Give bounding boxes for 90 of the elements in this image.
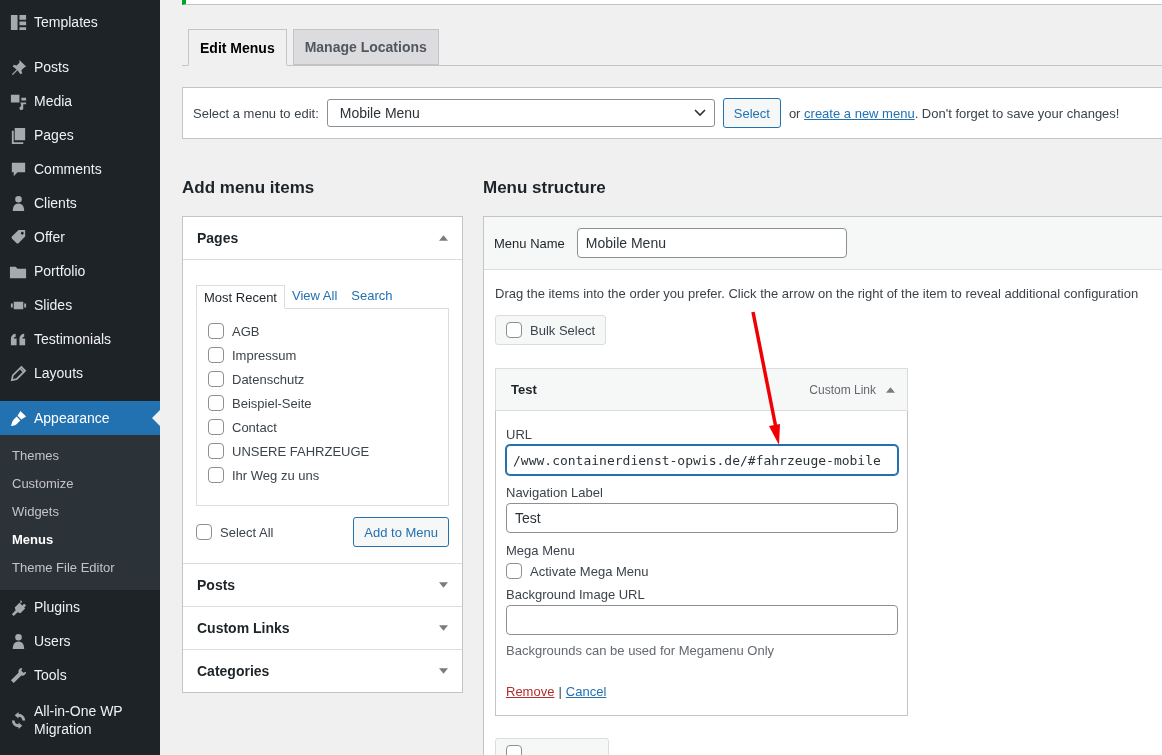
checkbox[interactable] (506, 563, 522, 579)
sidebar-item[interactable]: Users (0, 624, 160, 658)
sidebar-item[interactable]: Media (0, 84, 160, 118)
field-label: URL (506, 427, 532, 442)
tab[interactable]: Edit Menus (188, 29, 287, 66)
panel-tab[interactable]: View All (285, 284, 345, 308)
section-heading: Add menu items (182, 177, 316, 199)
caret-down-icon (439, 668, 448, 674)
menu-item-title: Test (511, 382, 538, 397)
checkbox-label: Datenschutz (232, 371, 305, 387)
background-image-url-field[interactable] (506, 605, 898, 635)
sidebar-item[interactable]: All-in-One WP Migration (0, 692, 160, 742)
hint-text: or create a new menu. Don't forget to save your changes! (788, 105, 1120, 121)
sidebar-item[interactable]: Comments (0, 152, 160, 186)
remove-link[interactable]: Remove (506, 684, 555, 699)
sidebar-item[interactable]: Clients (0, 186, 160, 220)
submenu-item[interactable]: Customize (0, 470, 160, 498)
menu-dropdown[interactable]: Mobile Menu (326, 99, 715, 127)
menu-name-field[interactable]: Mobile Menu (576, 228, 847, 258)
checkbox[interactable] (208, 419, 224, 435)
sidebar-item[interactable]: Layouts (0, 356, 160, 390)
pencil-icon (9, 363, 28, 383)
wrench-icon (9, 665, 28, 685)
checkbox-label: Select All (220, 524, 274, 540)
plug-icon (9, 597, 28, 617)
submenu-item[interactable]: Widgets (0, 498, 160, 526)
navigation-label-field[interactable]: Test (506, 503, 898, 533)
brush-icon (9, 408, 28, 428)
pin-icon (9, 57, 28, 77)
section-heading: Menu structure (483, 177, 607, 199)
sidebar-item[interactable]: Slides (0, 288, 160, 322)
refresh-icon (9, 710, 28, 730)
field-description: Backgrounds can be used for Megamenu Only (506, 643, 775, 658)
instructions-text: Drag the items into the order you prefer. Click the arrow on the right of the item to reveal additional configuration (495, 286, 1140, 301)
checkbox-label: Beispiel-Seite (232, 395, 312, 411)
grid-icon (9, 12, 28, 32)
submenu-item[interactable]: Theme File Editor (0, 554, 160, 582)
sidebar-item[interactable]: Tools (0, 658, 160, 692)
checkbox[interactable] (208, 467, 224, 483)
accordion-header[interactable]: Custom Links (183, 607, 462, 649)
checkbox-label: AGB (232, 323, 260, 339)
checkbox[interactable] (208, 395, 224, 411)
checkbox[interactable] (208, 443, 224, 459)
checkbox-label: Ihr Weg zu uns (232, 467, 320, 483)
sidebar-item[interactable]: Offer (0, 220, 160, 254)
url-field[interactable]: /www.containerdienst-opwis.de/#fahrzeuge-mobile (506, 445, 898, 475)
panel-tab[interactable]: Most Recent (196, 285, 285, 309)
panel-tab[interactable]: Search (344, 284, 400, 308)
bulk-select-button[interactable]: Bulk Select (495, 315, 607, 345)
checkbox[interactable] (208, 347, 224, 363)
select-label: Select a menu to edit: (193, 105, 319, 121)
sidebar-item[interactable]: Portfolio (0, 254, 160, 288)
separator-text: | (558, 684, 562, 699)
sidebar-item[interactable]: Appearance (0, 401, 160, 435)
sidebar-item[interactable]: Templates (0, 5, 160, 39)
field-label: Background Image URL (506, 587, 645, 602)
accordion-header[interactable]: Pages (183, 217, 462, 259)
select-button[interactable]: Select (722, 98, 781, 128)
submenu-item[interactable]: Themes (0, 442, 160, 470)
submenu-item[interactable]: Menus (0, 526, 160, 554)
checkbox-label: Activate Mega Menu (530, 563, 649, 579)
caret-up-icon (439, 235, 448, 241)
sidebar-item[interactable]: Plugins (0, 590, 160, 624)
sidebar-item[interactable]: Testimonials (0, 322, 160, 356)
field-label: Mega Menu (506, 543, 575, 558)
checkbox[interactable] (208, 323, 224, 339)
checkbox[interactable] (208, 371, 224, 387)
cancel-link[interactable]: Cancel (565, 684, 607, 699)
accordion-header[interactable]: Posts (183, 564, 462, 606)
chevron-down-icon (693, 109, 706, 117)
checkbox-label: Contact (232, 419, 277, 435)
pointer-icon (152, 410, 160, 426)
documents-icon (9, 125, 28, 145)
caret-up-icon (886, 386, 895, 393)
checkbox-label: Impressum (232, 347, 297, 363)
menu-item-type: Custom Link (809, 382, 876, 397)
caret-down-icon (439, 582, 448, 588)
add-to-menu-button[interactable]: Add to Menu (353, 517, 449, 547)
checkbox[interactable] (196, 524, 212, 540)
sidebar-item[interactable]: Posts (0, 50, 160, 84)
checkbox[interactable] (506, 322, 522, 338)
field-label: Menu Name (494, 235, 565, 251)
sidebar-item[interactable]: Pages (0, 118, 160, 152)
create-menu-link[interactable]: create a new menu (804, 105, 915, 121)
caret-down-icon (439, 625, 448, 631)
tab[interactable]: Manage Locations (292, 29, 439, 65)
menu-item-header[interactable]: Test Custom Link (495, 368, 908, 411)
checkbox-label: UNSERE FAHRZEUGE (232, 443, 370, 459)
field-label: Navigation Label (506, 485, 603, 500)
accordion-header[interactable]: Categories (183, 650, 462, 692)
